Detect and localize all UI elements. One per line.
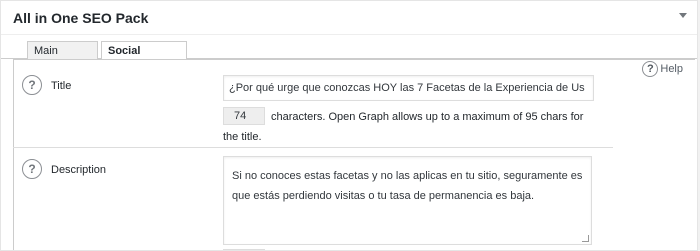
description-textarea[interactable]: Si no conoces estas facetas y no las apl… [223, 156, 592, 245]
help-circle-icon: ? [642, 61, 659, 77]
metabox-header[interactable]: All in One SEO Pack [1, 1, 697, 35]
row-divider [13, 147, 613, 148]
title-char-count: 74 [223, 107, 265, 125]
seo-pack-metabox: All in One SEO Pack Main Settings Social… [0, 0, 698, 251]
title-char-count-text: characters. Open Graph allows up to a ma… [223, 111, 584, 143]
tab-main-settings[interactable]: Main Settings [27, 41, 98, 75]
title-input[interactable]: ¿Por qué urge que conozcas HOY las 7 Fac… [223, 75, 594, 101]
title-help-icon[interactable]: ? [22, 75, 42, 95]
help-label: Help [660, 63, 683, 75]
title-label: Title [51, 80, 72, 92]
description-label: Description [51, 164, 107, 176]
help-link[interactable]: ? Help [642, 61, 683, 77]
settings-tabs: Main Settings Social Settings [1, 35, 697, 75]
tab-social-settings[interactable]: Social Settings [101, 41, 187, 75]
metabox-title: All in One SEO Pack [13, 10, 149, 26]
collapse-toggle-icon[interactable] [679, 13, 687, 18]
description-text: Si no conoces estas facetas y no las apl… [232, 170, 583, 202]
description-help-icon[interactable]: ? [22, 159, 42, 179]
textarea-resize-handle[interactable] [582, 235, 589, 242]
